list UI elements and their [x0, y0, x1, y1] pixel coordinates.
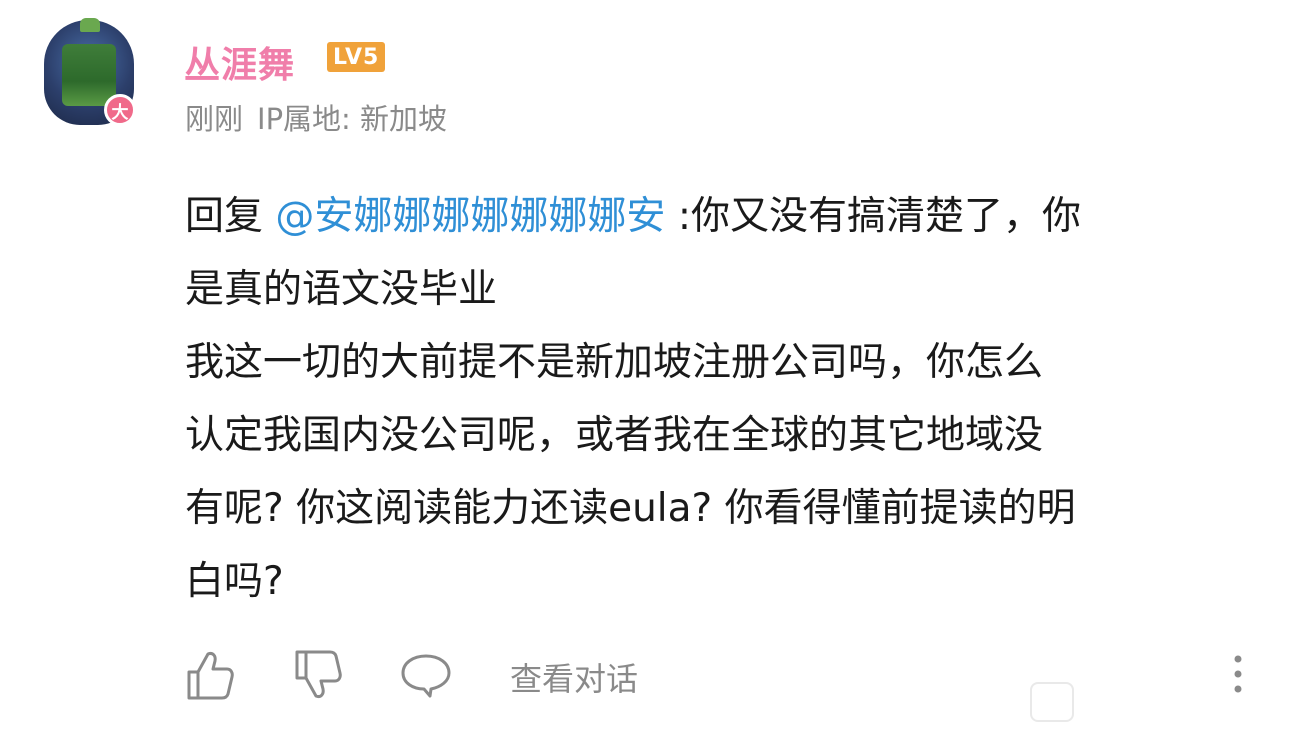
comment-bubble-icon[interactable]	[400, 648, 452, 702]
thumbs-up-icon[interactable]	[185, 648, 235, 702]
mention-link[interactable]: @安娜娜娜娜娜娜娜安	[275, 194, 665, 239]
identity-badge: 大	[104, 94, 136, 126]
comment-line-4: 认定我国内没公司呢，或者我在全球的其它地域没	[185, 413, 1044, 458]
comment-line-3: 我这一切的大前提不是新加坡注册公司吗，你怎么	[185, 340, 1044, 385]
avatar[interactable]: 大	[44, 18, 139, 130]
comment-meta: 刚刚 IP属地: 新加坡	[185, 96, 461, 138]
more-vertical-icon[interactable]	[1228, 653, 1248, 697]
comment-line-2: 是真的语文没毕业	[185, 267, 498, 312]
comment-time: 刚刚	[185, 102, 244, 136]
view-dialog-link[interactable]: 查看对话	[510, 654, 638, 700]
avatar-frame-top	[80, 18, 100, 32]
ip-location: IP属地: 新加坡	[257, 102, 448, 136]
watermark-icon	[1030, 682, 1074, 722]
reply-prefix: 回复	[185, 194, 276, 239]
username[interactable]: 丛涯舞	[184, 36, 295, 88]
comment-line-6: 白吗?	[185, 559, 284, 604]
comment-body: 回复 @安娜娜娜娜娜娜娜安 :你又没有搞清楚了，你 是真的语文没毕业 我这一切的…	[185, 180, 1270, 618]
thumbs-down-icon[interactable]	[293, 648, 343, 702]
comment-text-1: :你又没有搞清楚了，你	[665, 194, 1081, 239]
comment-line-5: 有呢? 你这阅读能力还读eula? 你看得懂前提读的明	[185, 486, 1076, 531]
level-badge: LV5	[327, 42, 386, 72]
comment-line-1: 回复 @安娜娜娜娜娜娜娜安 :你又没有搞清楚了，你	[185, 180, 1270, 253]
avatar-image	[62, 44, 116, 106]
comment-actions: 查看对话	[185, 648, 1260, 702]
